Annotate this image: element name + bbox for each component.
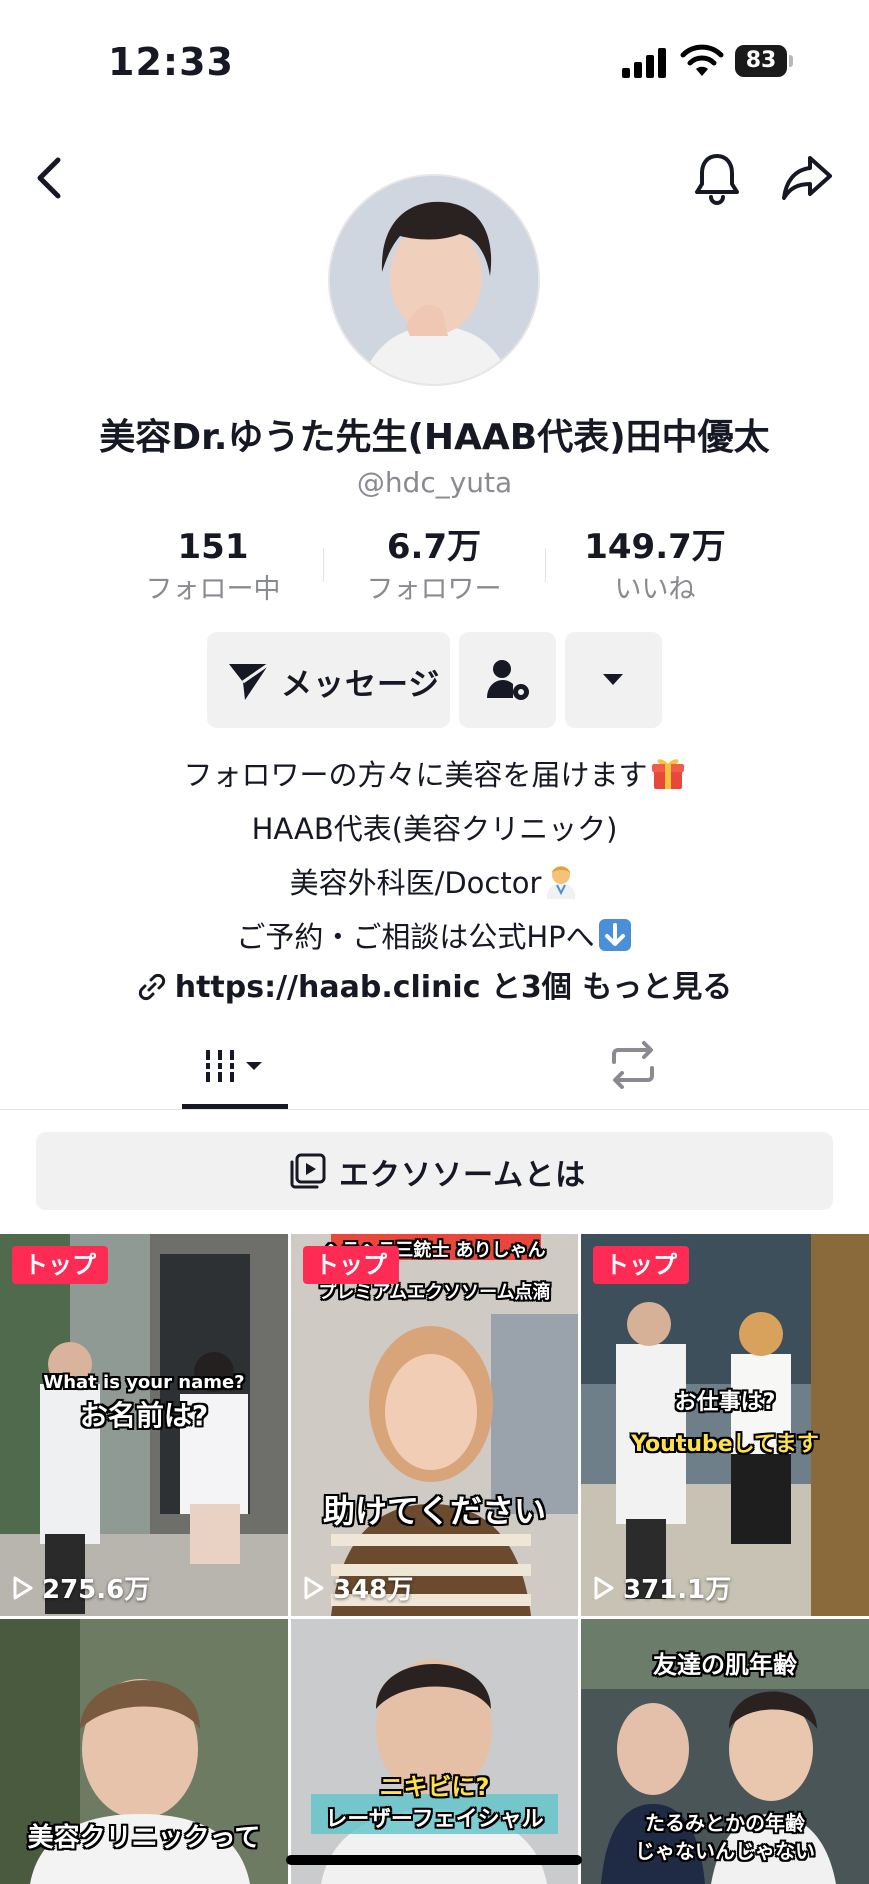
username-handle: @hdc_yuta bbox=[356, 466, 513, 499]
pinned-badge: トップ bbox=[303, 1246, 399, 1284]
video-caption: 助けてください bbox=[322, 1492, 547, 1530]
stat-followers[interactable]: 6.7万 フォロワー bbox=[334, 524, 534, 608]
view-count: 348万 bbox=[303, 1569, 413, 1606]
stat-divider bbox=[323, 548, 324, 582]
add-friend-button[interactable] bbox=[459, 632, 556, 728]
paper-plane-icon bbox=[229, 662, 270, 700]
followers-count: 6.7万 bbox=[386, 527, 482, 567]
bell-icon[interactable] bbox=[692, 150, 742, 206]
chevron-left-icon[interactable] bbox=[28, 152, 72, 204]
tab-videos[interactable] bbox=[182, 1036, 288, 1110]
view-count-text: 348万 bbox=[333, 1575, 414, 1605]
profile-page: 12:33 83 美容Dr.ゆうた先生(HAAB代表)田中優太 @hdc_yut… bbox=[0, 0, 869, 1884]
home-indicator[interactable] bbox=[286, 1855, 582, 1865]
video-caption: レーザーフェイシャル bbox=[325, 1807, 544, 1832]
pinned-badge: トップ bbox=[593, 1246, 689, 1284]
down-arrow-emoji-icon bbox=[598, 919, 631, 951]
video-caption: 美容クリニックって bbox=[27, 1823, 261, 1853]
more-options-button[interactable] bbox=[565, 632, 662, 728]
playlist-button[interactable]: エクソソームとは bbox=[36, 1132, 833, 1210]
video-caption: お仕事は? bbox=[674, 1390, 776, 1415]
caret-down-icon bbox=[603, 674, 623, 685]
bio-link[interactable]: https://haab.clinic と3個 もっと見る bbox=[0, 962, 869, 1006]
repost-icon[interactable] bbox=[604, 1040, 662, 1090]
message-button-label: メッセージ bbox=[281, 667, 441, 703]
video-tile[interactable]: What is your name? お名前は? トップ 275.6万 bbox=[0, 1234, 288, 1616]
play-icon bbox=[13, 1576, 33, 1600]
status-time: 12:33 bbox=[108, 40, 234, 84]
following-label: フォロー中 bbox=[145, 574, 281, 605]
play-icon bbox=[304, 1576, 324, 1600]
likes-label: いいね bbox=[614, 574, 696, 605]
tabs-divider bbox=[0, 1109, 869, 1110]
avatar[interactable] bbox=[328, 174, 540, 386]
playlist-icon bbox=[290, 1153, 326, 1189]
share-arrow-icon[interactable] bbox=[780, 152, 834, 202]
video-caption: じゃないんじゃない bbox=[635, 1839, 815, 1863]
message-button[interactable]: メッセージ bbox=[207, 632, 450, 728]
video-tile[interactable]: ヘラヘラ三銃士 ありしゃん プレミアムエクソソーム点滴 助けてください トップ … bbox=[291, 1234, 578, 1616]
video-caption: 友達の肌年齢 bbox=[653, 1651, 797, 1679]
bio-text: フォロワーの方々に美容を届けます bbox=[183, 758, 648, 792]
video-caption: ニキビに? bbox=[379, 1773, 490, 1801]
cellular-signal-icon bbox=[622, 48, 666, 78]
bio-link-text: https://haab.clinic と3個 もっと見る bbox=[174, 970, 733, 1005]
playlist-label: エクソソームとは bbox=[339, 1158, 587, 1193]
bio-line-3: 美容外科医/Doctor bbox=[0, 860, 869, 902]
gift-icon bbox=[651, 759, 684, 789]
wifi-icon bbox=[680, 44, 724, 76]
battery-icon: 83 bbox=[735, 45, 793, 77]
person-gear-icon bbox=[487, 660, 529, 700]
bio-text: 美容外科医/Doctor bbox=[289, 866, 542, 900]
display-name: 美容Dr.ゆうた先生(HAAB代表)田中優太 bbox=[99, 417, 770, 458]
following-count: 151 bbox=[177, 527, 249, 567]
stat-divider bbox=[545, 548, 546, 582]
bio-line-1: フォロワーの方々に美容を届けます bbox=[0, 752, 869, 794]
video-tile[interactable]: 友達の肌年齢 たるみとかの年齢 じゃないんじゃない bbox=[581, 1619, 869, 1884]
video-tile[interactable]: 美容クリニックって bbox=[0, 1619, 288, 1884]
video-thumbnail bbox=[291, 1619, 578, 1884]
battery-level: 83 bbox=[735, 45, 787, 77]
view-count: 275.6万 bbox=[12, 1569, 150, 1606]
video-caption: たるみとかの年齢 bbox=[645, 1811, 805, 1835]
video-caption: お名前は? bbox=[79, 1399, 209, 1432]
bio-text: ご予約・ご相談は公式HPへ bbox=[236, 920, 595, 954]
followers-label: フォロワー bbox=[366, 574, 502, 605]
stat-likes[interactable]: 149.7万 いいね bbox=[555, 524, 755, 608]
view-count-text: 275.6万 bbox=[42, 1575, 151, 1605]
doctor-emoji-icon bbox=[547, 866, 576, 899]
stat-following[interactable]: 151 フォロー中 bbox=[113, 524, 313, 608]
video-tile[interactable]: お仕事は? Youtubeしてます トップ 371.1万 bbox=[581, 1234, 869, 1616]
grid-bars-icon bbox=[206, 1050, 262, 1082]
play-icon bbox=[594, 1576, 614, 1600]
video-thumbnail bbox=[581, 1234, 869, 1616]
view-count: 371.1万 bbox=[593, 1569, 731, 1606]
video-caption: What is your name? bbox=[43, 1372, 245, 1393]
video-caption: Youtubeしてます bbox=[631, 1432, 819, 1457]
link-icon bbox=[138, 973, 165, 1001]
view-count-text: 371.1万 bbox=[623, 1575, 732, 1605]
status-bar: 12:33 83 bbox=[0, 0, 869, 130]
pinned-badge: トップ bbox=[12, 1246, 108, 1284]
bio-line-4: ご予約・ご相談は公式HPへ bbox=[0, 914, 869, 956]
likes-count: 149.7万 bbox=[584, 527, 726, 567]
bio-line-2: HAAB代表(美容クリニック) bbox=[251, 812, 618, 846]
video-tile[interactable]: ニキビに? レーザーフェイシャル bbox=[291, 1619, 578, 1884]
